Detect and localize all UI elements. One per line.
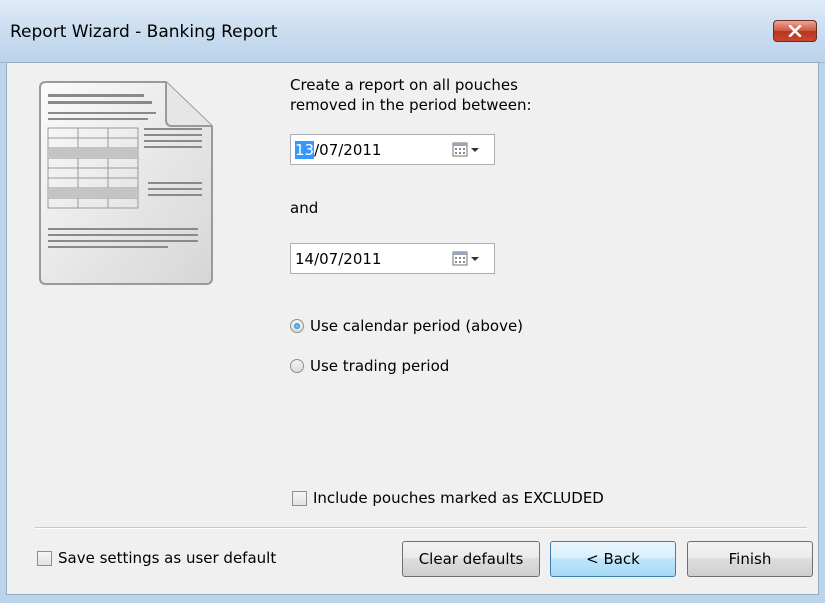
end-date-value[interactable]: 14/07/2011 (295, 250, 381, 268)
start-date-value[interactable]: 13/07/2011 (295, 141, 381, 159)
and-label: and (290, 199, 319, 217)
report-wizard-window: Report Wizard - Banking Report Create a … (0, 0, 825, 603)
save-default-checkbox[interactable] (37, 550, 52, 566)
period-prompt: Create a report on all pouches removed i… (290, 76, 532, 114)
calendar-icon (452, 251, 468, 266)
save-default-option[interactable]: Save settings as user default (37, 549, 276, 567)
close-icon (788, 25, 802, 37)
footer-separator (35, 527, 807, 529)
start-date-selected-day: 13 (295, 141, 315, 159)
clear-defaults-button[interactable]: Clear defaults (402, 541, 540, 577)
calendar-period-label[interactable]: Use calendar period (above) (310, 317, 523, 335)
close-button[interactable] (773, 20, 817, 42)
wizard-body: Create a report on all pouches removed i… (6, 62, 819, 595)
include-excluded-checkbox[interactable] (292, 490, 307, 506)
calendar-period-option[interactable]: Use calendar period (above) (290, 317, 523, 335)
start-date-rest: /07/2011 (314, 141, 382, 159)
include-excluded-label[interactable]: Include pouches marked as EXCLUDED (313, 489, 604, 507)
trading-period-option[interactable]: Use trading period (290, 357, 449, 375)
chevron-down-icon (471, 257, 479, 261)
window-title: Report Wizard - Banking Report (10, 22, 278, 42)
start-date-calendar-button[interactable] (452, 142, 488, 158)
back-button[interactable]: < Back (550, 541, 676, 577)
report-document-icon (36, 78, 216, 288)
save-default-label[interactable]: Save settings as user default (58, 549, 276, 567)
finish-button[interactable]: Finish (687, 541, 813, 577)
calendar-period-radio[interactable] (290, 319, 304, 333)
calendar-icon (452, 142, 468, 157)
trading-period-label[interactable]: Use trading period (310, 357, 449, 375)
end-date-calendar-button[interactable] (452, 251, 488, 267)
end-date-picker[interactable]: 14/07/2011 (290, 243, 495, 274)
title-bar[interactable]: Report Wizard - Banking Report (0, 0, 825, 63)
trading-period-radio[interactable] (290, 359, 304, 373)
start-date-picker[interactable]: 13/07/2011 (290, 134, 495, 165)
include-excluded-option[interactable]: Include pouches marked as EXCLUDED (292, 489, 604, 507)
chevron-down-icon (471, 148, 479, 152)
window-frame-bottom (0, 595, 825, 603)
